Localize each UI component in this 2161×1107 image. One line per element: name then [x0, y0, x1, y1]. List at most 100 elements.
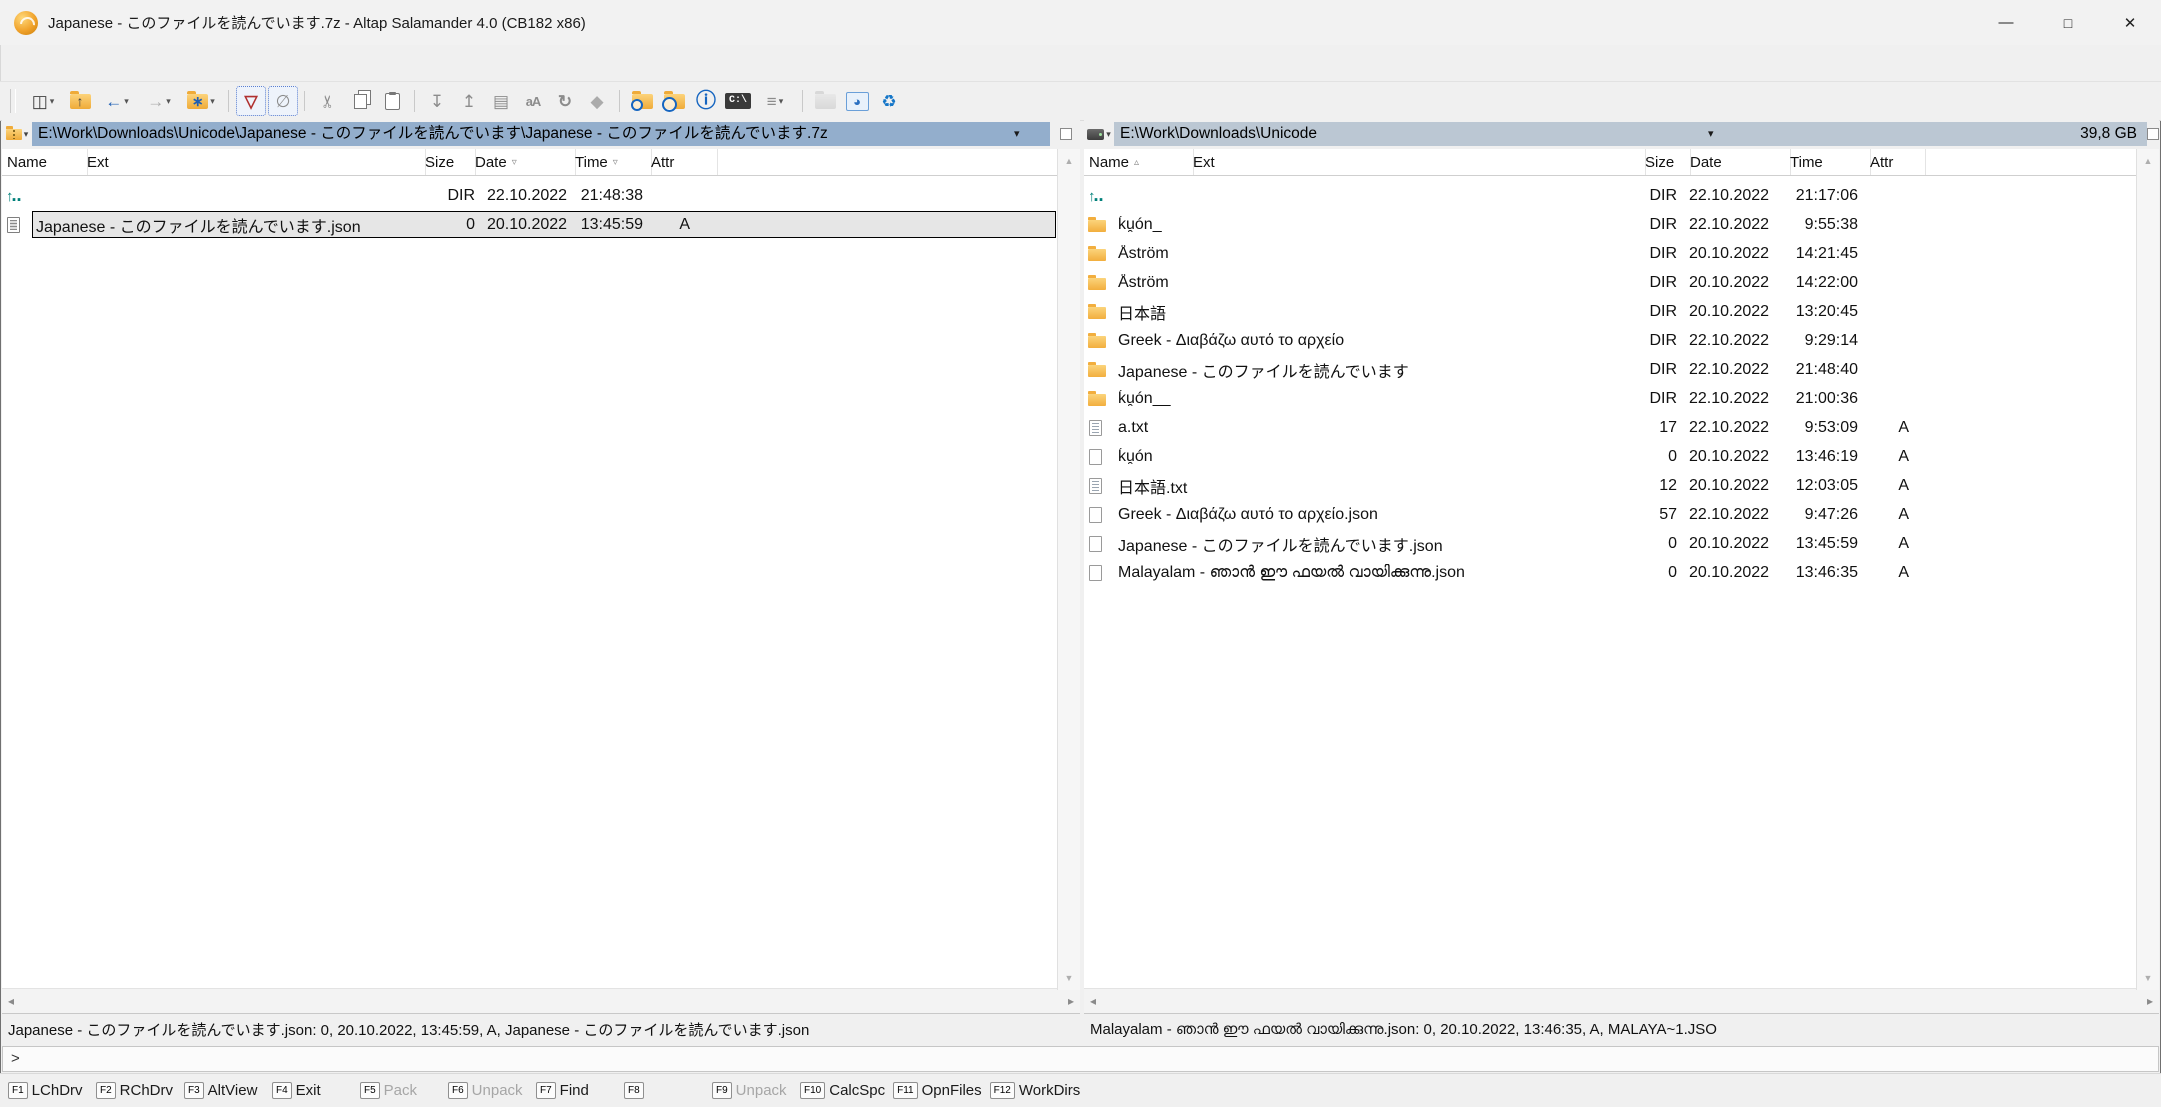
column-header-date[interactable]: Date▿	[470, 149, 576, 175]
column-header-size[interactable]: Size	[1640, 149, 1691, 175]
recycle-icon[interactable]: ♻ ▾	[874, 86, 904, 116]
archive-icon[interactable]: ▾	[2, 129, 32, 140]
left-vertical-scrollbar[interactable]: ▲ ▼	[1057, 149, 1080, 990]
scroll-up-icon[interactable]: ▲	[1058, 149, 1080, 173]
panel-view-icon[interactable]: ◫ ▾	[23, 86, 63, 116]
fkey-f12[interactable]: F12 WorkDirs	[990, 1082, 1081, 1099]
fkey-f5[interactable]: F5 Pack	[360, 1082, 440, 1099]
scroll-down-icon[interactable]: ▼	[2137, 966, 2159, 990]
find-files-icon[interactable]: ▾	[659, 86, 689, 116]
fkey-f1[interactable]: F1 LChDrv	[8, 1082, 88, 1099]
scroll-left-icon[interactable]: ◂	[1090, 994, 1096, 1008]
scroll-right-icon[interactable]: ▸	[1068, 994, 1074, 1008]
file-row[interactable]: Japanese - このファイルを読んでいます DIR 22.10.2022 …	[1088, 355, 2137, 384]
file-time: 13:45:59	[1782, 535, 1862, 553]
file-row[interactable]: Åström DIR 20.10.2022 14:22:00	[1088, 268, 2137, 297]
right-horizontal-scrollbar[interactable]: ◂ ▸	[1084, 988, 2159, 1013]
right-path-bar[interactable]: E:\Work\Downloads\Unicode ▾ 39,8 GB	[1114, 122, 2147, 146]
fkey-f8[interactable]: F8	[624, 1082, 704, 1099]
shell-icon[interactable]: C:\ ▾	[723, 86, 753, 116]
panel-zoom-button[interactable]	[1060, 128, 1072, 140]
column-header-date[interactable]: Date	[1685, 149, 1791, 175]
fkey-f4[interactable]: F4 Exit	[272, 1082, 352, 1099]
fkey-f2[interactable]: F2 RChDrv	[96, 1082, 176, 1099]
column-header-time[interactable]: Time▿	[570, 149, 652, 175]
file-row[interactable]: Malayalam - ഞാൻ ഈ ഫയൽ വായിക്കുന്നു.json …	[1088, 558, 2137, 587]
file-row[interactable]: ḱu̯ón_ DIR 22.10.2022 9:55:38	[1088, 210, 2137, 239]
command-line-input[interactable]: >	[2, 1046, 2159, 1072]
paste-icon[interactable]: ▾	[377, 86, 407, 116]
drive-icon[interactable]: ▾	[1084, 129, 1114, 140]
file-date: 20.10.2022	[1677, 245, 1782, 263]
scroll-up-icon[interactable]: ▲	[2137, 149, 2159, 173]
file-icon	[1088, 181, 1114, 210]
file-row[interactable]: ḱu̯ón 0 20.10.2022 13:46:19 A	[1088, 442, 2137, 471]
file-row[interactable]: DIR 22.10.2022 21:17:06	[1088, 181, 2137, 210]
file-date: 22.10.2022	[1677, 419, 1782, 437]
chevron-down-icon[interactable]: ▾	[1014, 122, 1020, 146]
column-header-time[interactable]: Time	[1785, 149, 1871, 175]
column-header-attr[interactable]: Attr	[1865, 149, 1926, 175]
change-case-icon[interactable]: aA ▾	[518, 86, 548, 116]
file-row[interactable]: Japanese - このファイルを読んでいます.json 0 20.10.20…	[1088, 529, 2137, 558]
fkey-f3[interactable]: F3 AltView	[184, 1082, 264, 1099]
file-row[interactable]: 日本語 DIR 20.10.2022 13:20:45	[1088, 297, 2137, 326]
file-row[interactable]: a.txt 17 22.10.2022 9:53:09 A	[1088, 413, 2137, 442]
scroll-right-icon[interactable]: ▸	[2147, 994, 2153, 1008]
column-header-name[interactable]: Name	[2, 149, 88, 175]
label-icon[interactable]: ◆ ▾	[582, 86, 612, 116]
right-status-bar: Malayalam - ഞാൻ ഈ ഫയൽ വായിക്കുന്നു.json:…	[1084, 1013, 2159, 1044]
toolbar-grip[interactable]	[10, 89, 16, 113]
refresh-icon[interactable]: ↻ ▾	[550, 86, 580, 116]
menu-icon[interactable]: ≡ ▾	[755, 86, 795, 116]
fkey-f7[interactable]: F7 Find	[536, 1082, 616, 1099]
column-header-attr[interactable]: Attr	[646, 149, 718, 175]
network-folder-icon[interactable]: ▾	[810, 86, 840, 116]
file-row[interactable]: Åström DIR 20.10.2022 14:21:45	[1088, 239, 2137, 268]
file-name: Japanese - このファイルを読んでいます.json	[32, 213, 420, 237]
left-path-bar[interactable]: E:\Work\Downloads\Unicode\Japanese - このフ…	[32, 122, 1050, 146]
fkey-f6[interactable]: F6 Unpack	[448, 1082, 528, 1099]
pack-icon[interactable]: ↧ ▾	[422, 86, 452, 116]
back-icon[interactable]: ← ▾	[97, 86, 137, 116]
file-row[interactable]: Greek - Διαβάζω αυτό το αρχείο.json 57 2…	[1088, 500, 2137, 529]
column-header-size[interactable]: Size	[420, 149, 476, 175]
column-header-ext[interactable]: Ext	[82, 149, 426, 175]
cut-icon[interactable]: ✂ ▾	[313, 86, 343, 116]
fkey-f11[interactable]: F11 OpnFiles	[893, 1082, 982, 1099]
sort-icon: ▵	[1134, 157, 1139, 168]
file-attr: A	[1862, 477, 1917, 495]
maximize-button[interactable]: □	[2037, 0, 2099, 45]
fkey-f9[interactable]: F9 Unpack	[712, 1082, 792, 1099]
drive-info-icon[interactable]: ⓘ ▾	[691, 86, 721, 116]
right-vertical-scrollbar[interactable]: ▲ ▼	[2136, 149, 2159, 990]
close-button[interactable]: ✕	[2099, 0, 2161, 45]
panel-zoom-button[interactable]	[2147, 128, 2159, 140]
file-row[interactable]: Greek - Διαβάζω αυτό το αρχείο DIR 22.10…	[1088, 326, 2137, 355]
column-header-name[interactable]: Name▵	[1084, 149, 1194, 175]
file-list-icon[interactable]: ▤ ▾	[486, 86, 516, 116]
fkey-cap: F11	[893, 1082, 918, 1099]
file-size: DIR	[1567, 332, 1677, 350]
copy-icon[interactable]: ▾	[345, 86, 375, 116]
unpack-icon[interactable]: ↥ ▾	[454, 86, 484, 116]
hot-paths-icon[interactable]: ∗ ▾	[181, 86, 221, 116]
disk-usage-icon[interactable]: ◕ ▾	[842, 86, 872, 116]
parent-directory-icon[interactable]: ↑ ▾	[65, 86, 95, 116]
minimize-button[interactable]: —	[1975, 0, 2037, 45]
scroll-down-icon[interactable]: ▼	[1058, 966, 1080, 990]
fkey-f10[interactable]: F10 CalcSpc	[800, 1082, 885, 1099]
column-header-ext[interactable]: Ext	[1188, 149, 1646, 175]
file-row[interactable]: 日本語.txt 12 20.10.2022 12:03:05 A	[1088, 471, 2137, 500]
find-icon[interactable]: ▾	[627, 86, 657, 116]
file-icon	[1088, 558, 1114, 587]
deselect-icon[interactable]: ∅ ▾	[268, 86, 298, 116]
forward-icon[interactable]: → ▾	[139, 86, 179, 116]
left-horizontal-scrollbar[interactable]: ◂ ▸	[2, 988, 1080, 1013]
scroll-left-icon[interactable]: ◂	[8, 994, 14, 1008]
file-row[interactable]: ḱu̯ón__ DIR 22.10.2022 21:00:36	[1088, 384, 2137, 413]
file-row[interactable]: DIR 22.10.2022 21:48:38	[6, 181, 1058, 210]
filter-icon[interactable]: ▽ ▾	[236, 86, 266, 116]
chevron-down-icon[interactable]: ▾	[1708, 122, 1714, 146]
file-row[interactable]: Japanese - このファイルを読んでいます.json 0 20.10.20…	[6, 210, 1058, 239]
